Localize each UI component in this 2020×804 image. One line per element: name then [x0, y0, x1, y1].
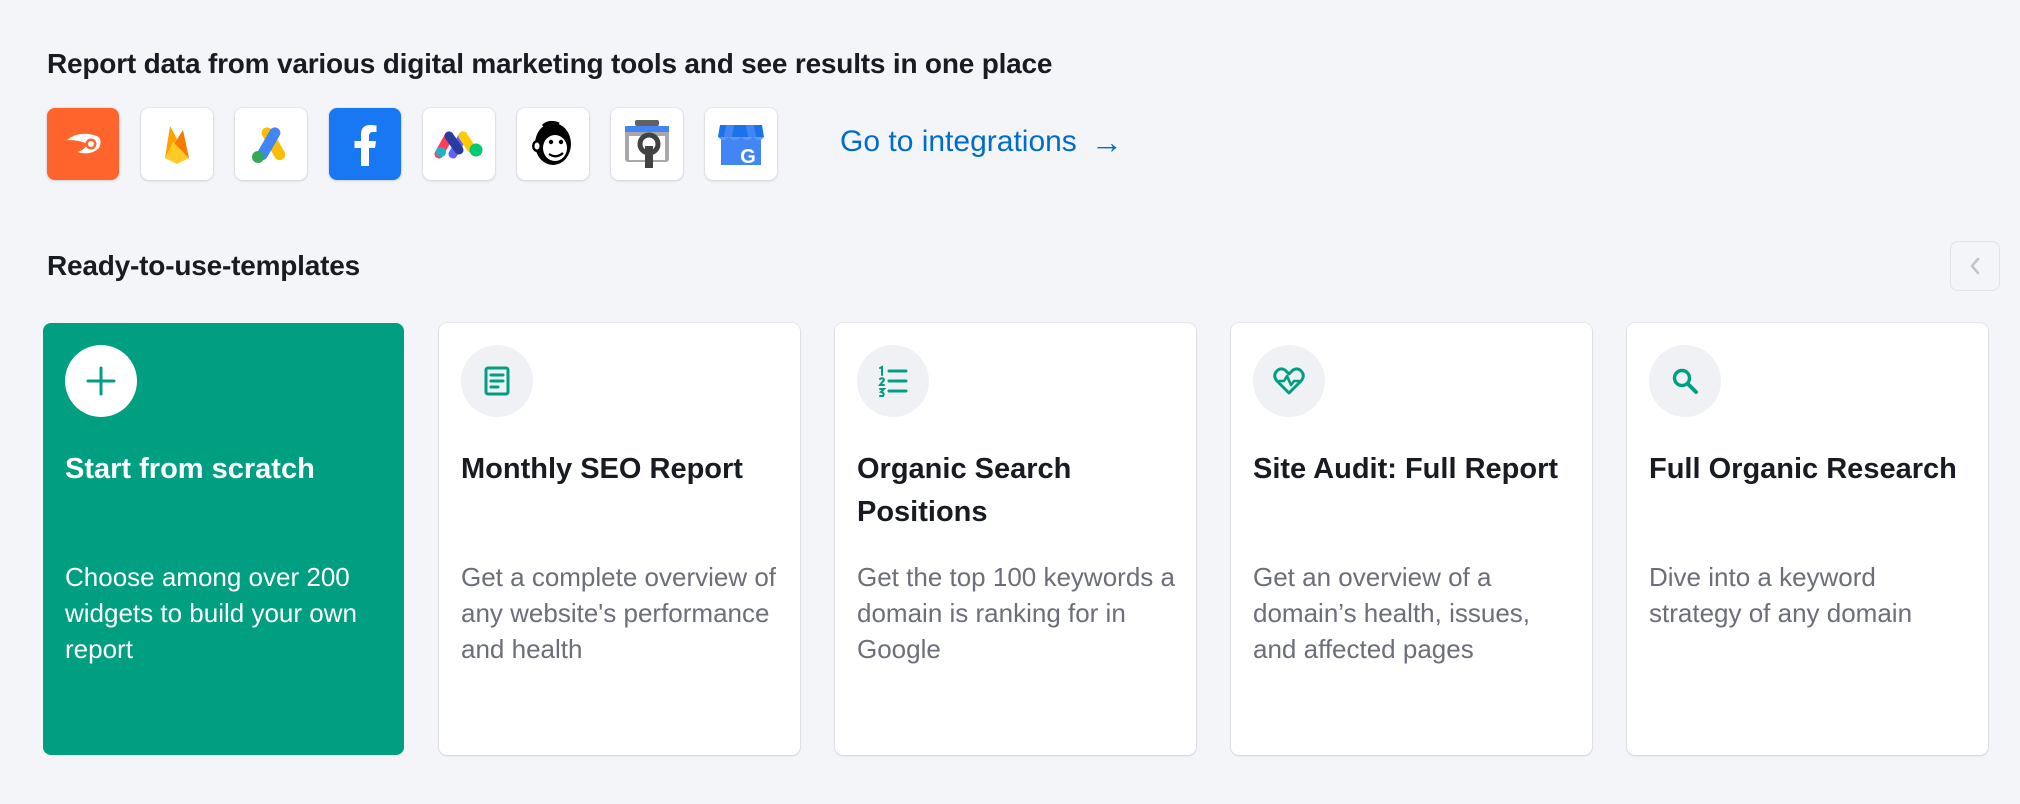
template-card-start-from-scratch[interactable]: Start from scratch Choose among over 200…	[43, 323, 404, 755]
template-card-full-organic-research[interactable]: Full Organic Research Dive into a keywor…	[1627, 323, 1988, 755]
card-description: Dive into a keyword strategy of any doma…	[1649, 562, 1913, 628]
integration-google-ads[interactable]	[235, 108, 307, 180]
ordered-list-icon	[877, 365, 908, 397]
card-title: Monthly SEO Report	[461, 453, 743, 485]
integration-monday[interactable]	[423, 108, 495, 180]
card-description: Get the top 100 keywords a domain is ran…	[857, 562, 1175, 664]
integrations-row: G	[47, 108, 777, 180]
card-title: Start from scratch	[65, 453, 315, 485]
integration-firebase[interactable]	[141, 108, 213, 180]
go-to-integrations-link[interactable]: Go to integrations →	[840, 125, 1123, 159]
integration-facebook[interactable]	[329, 108, 401, 180]
google-business-profile-icon: G	[718, 125, 764, 168]
document-icon	[484, 366, 510, 396]
monday-icon	[434, 131, 483, 159]
template-card-organic-search-positions[interactable]: Organic Search Positions Get the top 100…	[835, 323, 1196, 755]
plus-icon	[86, 366, 116, 396]
mailchimp-icon	[532, 120, 571, 165]
chevron-left-icon	[1970, 257, 1980, 275]
google-search-console-icon	[625, 120, 669, 168]
semrush-icon	[67, 133, 101, 154]
heart-pulse-icon	[1273, 367, 1305, 395]
search-icon	[1672, 368, 1698, 394]
integration-google-business-profile[interactable]: G	[705, 108, 777, 180]
card-description: Get a complete overview of any website's…	[461, 562, 777, 664]
google-ads-icon	[252, 127, 286, 163]
card-title: Full Organic Research	[1649, 453, 1957, 485]
go-to-integrations-label: Go to integrations	[840, 125, 1077, 158]
templates-carousel: Start from scratch Choose among over 200…	[43, 323, 1988, 755]
card-icon-circle	[1253, 345, 1325, 417]
card-icon-circle	[857, 345, 929, 417]
card-icon-circle	[65, 345, 137, 417]
card-title: Organic Search Positions	[857, 453, 1072, 528]
integrations-title: Report data from various digital marketi…	[47, 48, 1053, 79]
integration-mailchimp[interactable]	[517, 108, 589, 180]
facebook-icon	[354, 125, 377, 166]
arrow-right-icon: →	[1090, 124, 1123, 160]
integration-google-search-console[interactable]	[611, 108, 683, 180]
card-description: Get an overview of a domain’s health, is…	[1253, 562, 1531, 664]
card-description: Choose among over 200 widgets to build y…	[65, 562, 357, 664]
integration-semrush[interactable]	[47, 108, 119, 180]
firebase-icon	[165, 126, 189, 164]
page: Report data from various digital marketi…	[0, 0, 2020, 804]
card-icon-circle	[461, 345, 533, 417]
template-card-monthly-seo-report[interactable]: Monthly SEO Report Get a complete overvi…	[439, 323, 800, 755]
card-title: Site Audit: Full Report	[1253, 453, 1559, 485]
template-card-site-audit-full-report[interactable]: Site Audit: Full Report Get an overview …	[1231, 323, 1592, 755]
carousel-prev-button[interactable]	[1950, 241, 2000, 291]
svg-text:G: G	[740, 146, 756, 168]
templates-title: Ready-to-use-templates	[47, 250, 361, 281]
card-icon-circle	[1649, 345, 1721, 417]
